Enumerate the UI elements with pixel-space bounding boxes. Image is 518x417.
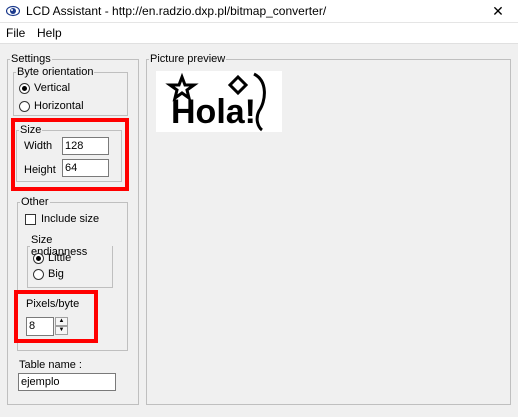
byte-orientation-legend: Byte orientation	[17, 66, 94, 78]
big-label[interactable]: Big	[48, 268, 64, 280]
include-size-checkbox[interactable]	[25, 214, 36, 225]
vertical-label[interactable]: Vertical	[34, 82, 70, 94]
include-size-label[interactable]: Include size	[41, 213, 99, 225]
little-label[interactable]: Little	[48, 252, 71, 264]
table-name-label: Table name :	[19, 359, 82, 371]
size-highlight-box	[11, 118, 129, 191]
horizontal-radio[interactable]	[19, 101, 30, 112]
table-name-input[interactable]: ejemplo	[18, 373, 116, 391]
horizontal-label[interactable]: Horizontal	[34, 100, 84, 112]
little-radio[interactable]	[33, 253, 44, 264]
pixels-per-byte-highlight-box	[14, 290, 98, 343]
vertical-radio[interactable]	[19, 83, 30, 94]
preview-text: Hola!	[171, 93, 256, 131]
other-legend: Other	[21, 196, 49, 208]
app-eye-icon	[5, 4, 21, 18]
menu-bar: File Help	[0, 23, 518, 44]
menu-help[interactable]: Help	[37, 26, 62, 40]
close-button[interactable]: ✕	[478, 0, 518, 22]
menu-file[interactable]: File	[6, 26, 25, 40]
big-radio[interactable]	[33, 269, 44, 280]
preview-canvas: Hola!	[156, 71, 282, 132]
window-title: LCD Assistant - http://en.radzio.dxp.pl/…	[26, 4, 327, 18]
settings-legend: Settings	[11, 53, 51, 65]
picture-preview-legend: Picture preview	[150, 53, 226, 65]
preview-image: Hola!	[165, 72, 266, 132]
title-bar[interactable]: LCD Assistant - http://en.radzio.dxp.pl/…	[0, 0, 518, 23]
diamond-icon	[227, 74, 249, 96]
